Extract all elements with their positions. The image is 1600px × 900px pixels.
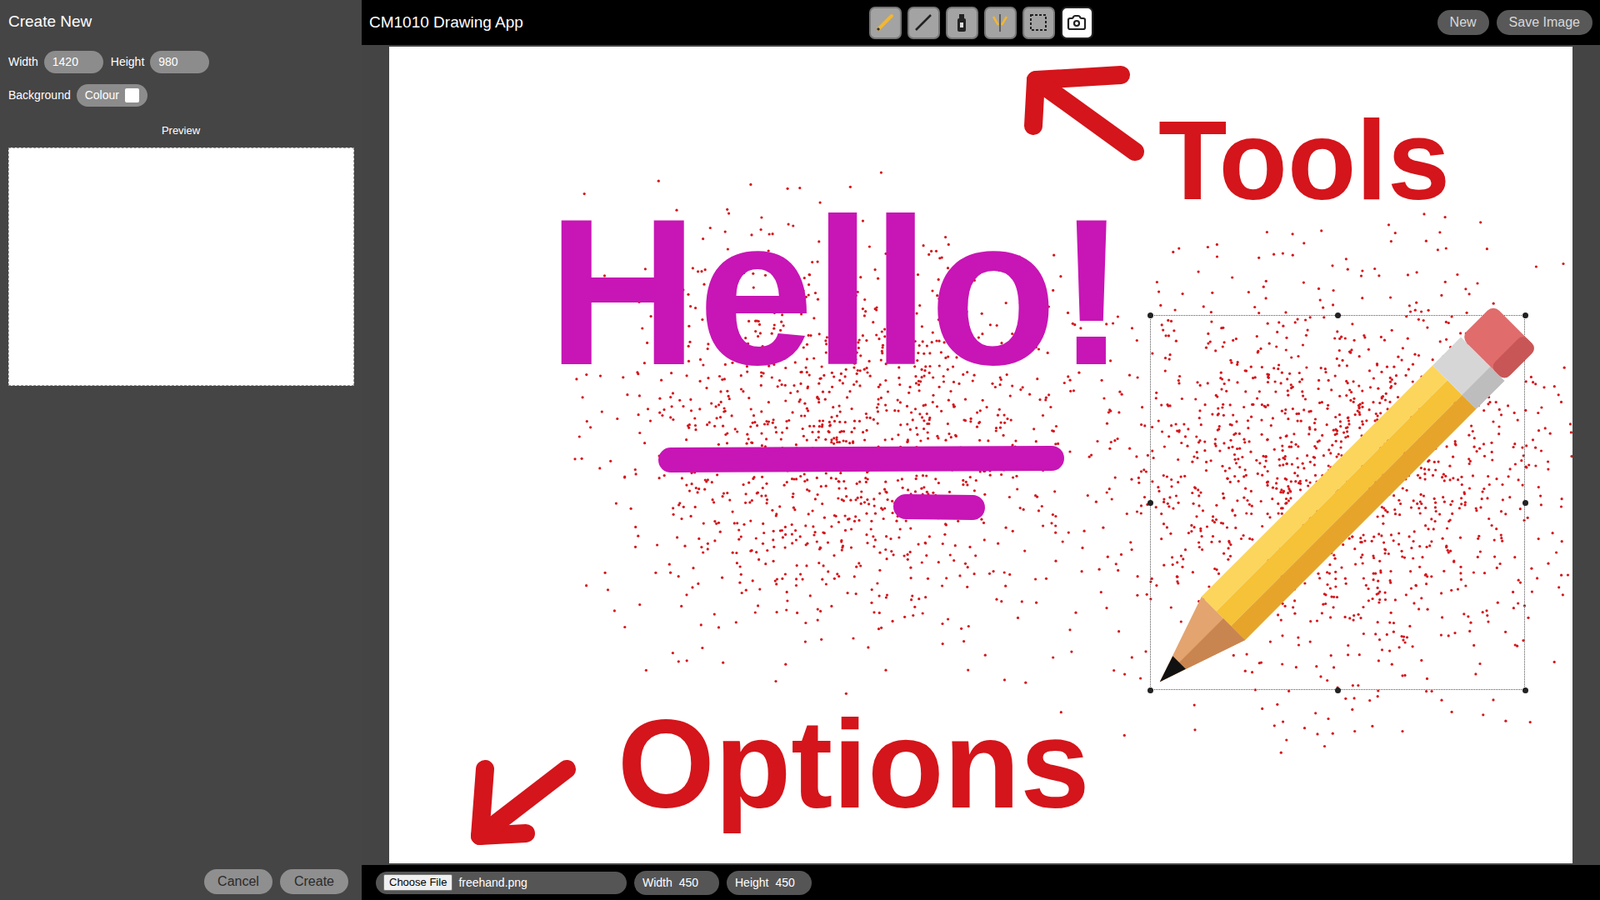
option-field[interactable]: Width 450 [634,870,720,895]
resize-handle[interactable] [1522,687,1529,694]
size-row: Width 1420 Height 980 [8,50,354,74]
tool-bar [869,6,1094,40]
camera-icon [1066,12,1087,33]
sidebar: Create New Width 1420 Height 980 Background Co… [0,0,362,900]
options-bar: Choose File freehand.png Width 450 Height 450 [361,865,1600,900]
freehand-text: Options [617,701,1090,827]
app: Create New Width 1420 Height 980 Background Co… [0,0,1600,900]
sidebar-button[interactable]: Cancel [204,869,273,895]
mirror-icon [989,11,1011,34]
tool-button[interactable] [869,6,902,40]
resize-handle[interactable] [1147,312,1154,319]
field-label: Background [8,86,71,105]
selection-box[interactable] [1150,315,1525,690]
option-value: 450 [775,875,795,891]
option-field[interactable]: Height 450 [726,870,812,895]
option-label: Width [642,875,673,891]
background-row: Background Colour [8,84,354,107]
freehand-text: Hello! [547,188,1126,397]
resize-handle[interactable] [1335,312,1341,319]
top-button[interactable]: New [1437,10,1490,35]
tool-button[interactable] [907,6,940,40]
top-button[interactable]: Save Image [1496,10,1593,35]
sidebar-button[interactable]: Create [280,869,349,895]
workspace: CM1010 Drawing App NewSave Image Hello! Too… [361,0,1600,900]
tool-button[interactable] [1022,6,1055,40]
drawing-canvas[interactable]: Hello! Tools Options [389,46,1573,864]
size-field: Width 1420 [8,50,104,74]
resize-handle[interactable] [1522,500,1529,506]
field-label: Height [110,53,145,71]
spray-can-icon [950,11,973,34]
freehand-text: Tools [1158,104,1450,217]
line-icon [912,11,935,34]
size-field: Height 980 [110,50,210,74]
sidebar-buttons: Cancel Create [8,869,354,895]
tool-button[interactable] [984,6,1017,40]
tool-button[interactable] [1060,6,1094,40]
pencil-image[interactable] [1150,315,1526,691]
option-label: Height [735,875,769,891]
preview-label: Preview [8,122,354,140]
file-name: freehand.png [458,874,528,892]
resize-handle[interactable] [1147,687,1154,694]
field-input[interactable]: 1420 [44,50,104,74]
file-input[interactable]: Choose File freehand.png [375,871,627,895]
top-buttons: NewSave Image [1093,10,1594,35]
sidebar-title: Create New [8,11,354,32]
field-input[interactable]: 980 [150,50,210,74]
pencil-icon [874,11,896,34]
colour-swatch [125,88,140,103]
option-value: 450 [679,875,699,891]
tool-button[interactable] [945,6,979,40]
selection-icon [1027,11,1050,34]
preview-box [8,147,355,386]
canvas-area: Hello! Tools Options [361,45,1600,865]
resize-handle[interactable] [1522,312,1529,319]
colour-button[interactable]: Colour [76,84,148,107]
resize-handle[interactable] [1335,687,1341,694]
resize-handle[interactable] [1147,500,1154,506]
app-title: CM1010 Drawing App [369,10,870,35]
top-bar: CM1010 Drawing App NewSave Image [361,0,1600,45]
field-label: Width [8,53,39,71]
choose-file-button[interactable]: Choose File [383,874,453,891]
